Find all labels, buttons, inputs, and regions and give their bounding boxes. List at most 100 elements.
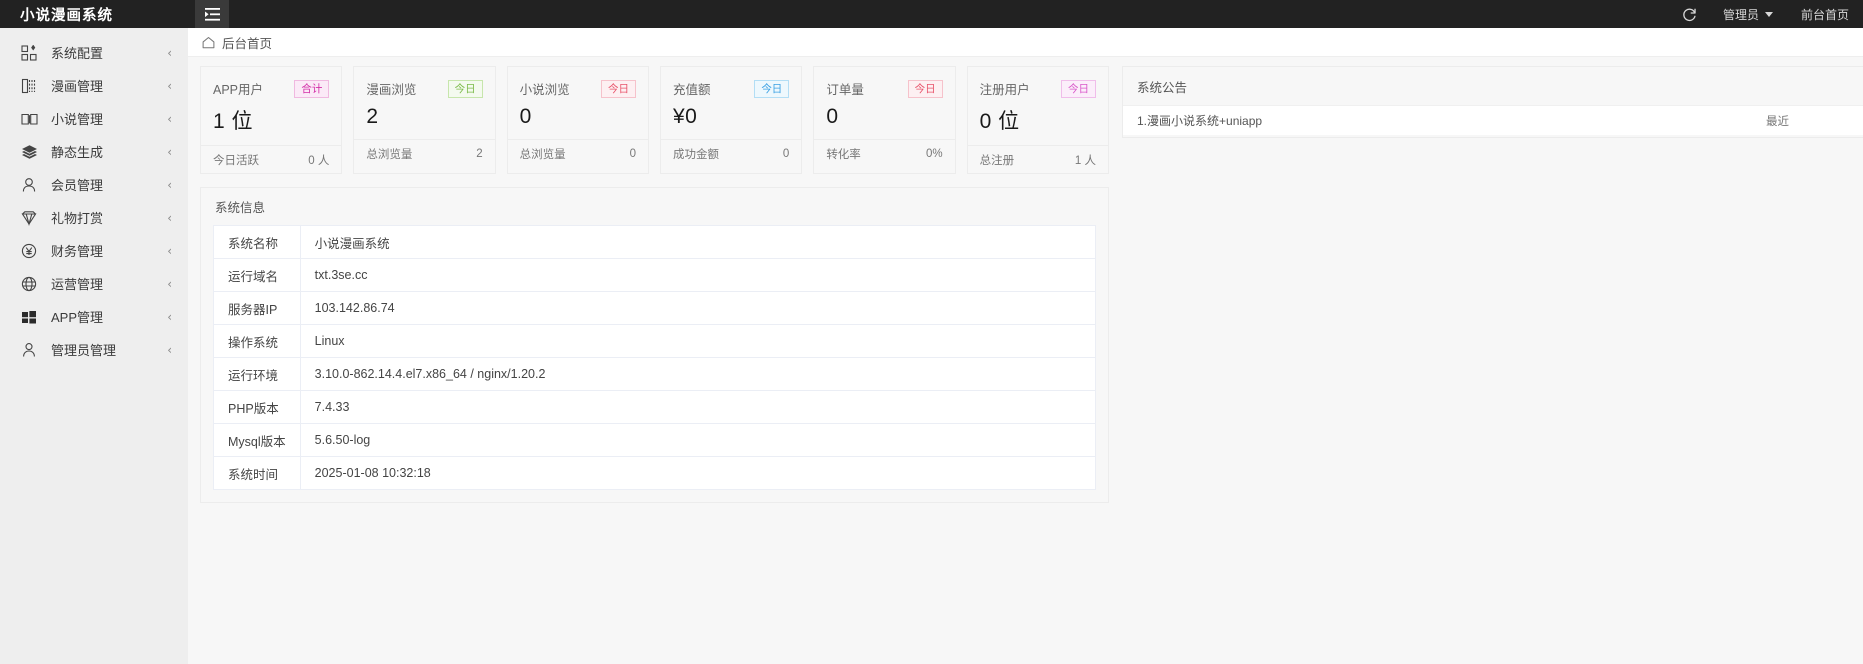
panel-title: 系统信息 [215, 201, 266, 215]
table-row: 运行域名 txt.3se.cc [213, 258, 1096, 292]
chevron-down-icon [1764, 11, 1773, 17]
card-value: ¥0 [672, 105, 698, 128]
sidebar-item-label: 漫画管理 [51, 79, 104, 94]
card-foot-label: 总浏览量 [519, 148, 566, 161]
breadcrumb: 后台首页 [188, 28, 1863, 57]
status-badge: 今日 [907, 79, 943, 98]
card-value: 0 [519, 105, 532, 128]
card-foot-value: 0 [629, 147, 636, 160]
sidebar-item-label: 小说管理 [51, 112, 104, 127]
row-value: txt.3se.cc [300, 258, 1096, 292]
row-value: 5.6.50-log [300, 423, 1096, 457]
table-row: 系统时间 2025-01-08 10:32:18 [213, 456, 1096, 490]
card-foot-value: 0% [926, 147, 943, 160]
dashboard-left-column: APP用户 合计 1 位 今日活跃 0 人 漫画浏览 今日 2 总浏览量 2 小… [188, 66, 1109, 664]
comic-book-icon [20, 77, 38, 95]
sidebar-nav: 系统配置 ‹ 漫画管理 ‹ 小说管理 ‹ 静态生成 ‹ 会员管理 ‹ 礼物打赏 … [0, 28, 188, 664]
status-badge: 合计 [294, 79, 330, 98]
chevron-left-icon: ‹ [167, 342, 172, 357]
sidebar-item-comic-manage[interactable]: 漫画管理 ‹ [0, 69, 188, 102]
breadcrumb-label: 后台首页 [222, 36, 273, 51]
status-badge: 今日 [1060, 79, 1096, 98]
sidebar-item-novel-manage[interactable]: 小说管理 ‹ [0, 102, 188, 135]
stat-card-comic-views[interactable]: 漫画浏览 今日 2 总浏览量 2 [353, 66, 496, 174]
top-header-bar: 小说漫画系统 管理员 前台首页 [0, 0, 1863, 28]
row-value: 2025-01-08 10:32:18 [314, 466, 431, 480]
table-row: 运行环境 3.10.0-862.14.4.el7.x86_64 / nginx/… [213, 357, 1096, 391]
card-foot-label: 转化率 [826, 148, 861, 161]
row-key: 系统时间 [213, 456, 301, 490]
sidebar-item-gift-reward[interactable]: 礼物打赏 ‹ [0, 201, 188, 234]
sidebar-item-app-manage[interactable]: APP管理 ‹ [0, 300, 188, 333]
table-row: 服务器IP 103.142.86.74 [213, 291, 1096, 325]
row-key: 系统名称 [213, 225, 301, 259]
stat-card-recharge-amount[interactable]: 充值额 今日 ¥0 成功金额 0 [659, 66, 803, 174]
chevron-left-icon: ‹ [167, 243, 172, 258]
system-info-panel: 系统信息 系统名称 小说漫画系统 运行域名 txt.3se.cc 服务器IP 1… [200, 187, 1109, 503]
card-foot-label: 总注册 [979, 154, 1015, 167]
sidebar-item-label: 静态生成 [51, 145, 104, 160]
chevron-left-icon: ‹ [167, 144, 172, 159]
sidebar-item-static-generate[interactable]: 静态生成 ‹ [0, 135, 188, 168]
chevron-left-icon: ‹ [167, 177, 172, 192]
chevron-left-icon: ‹ [167, 309, 172, 324]
diamond-icon [20, 209, 38, 227]
stat-card-novel-views[interactable]: 小说浏览 今日 0 总浏览量 0 [506, 66, 649, 174]
refresh-icon[interactable] [1670, 0, 1709, 28]
stat-card-registered-users[interactable]: 注册用户 今日 0 位 总注册 1 人 [966, 66, 1109, 174]
open-book-icon [20, 110, 38, 128]
chevron-left-icon: ‹ [167, 111, 172, 126]
menu-fold-icon[interactable] [195, 0, 229, 28]
sidebar-item-finance-manage[interactable]: 财务管理 ‹ [0, 234, 188, 267]
sidebar-item-label: 管理员管理 [51, 343, 117, 358]
layers-icon [20, 143, 38, 161]
chevron-left-icon: ‹ [167, 276, 172, 291]
stat-cards-row: APP用户 合计 1 位 今日活跃 0 人 漫画浏览 今日 2 总浏览量 2 小… [200, 66, 1109, 174]
announcement-time: 最近 [1766, 115, 1789, 128]
card-foot-value: 0 [782, 147, 790, 160]
sidebar-item-label: APP管理 [51, 310, 104, 325]
admin-user-menu[interactable]: 管理员 [1709, 0, 1787, 28]
row-key: Mysql版本 [213, 423, 301, 457]
table-row: PHP版本 7.4.33 [213, 390, 1096, 424]
stat-card-order-count[interactable]: 订单量 今日 0 转化率 0% [813, 66, 956, 174]
row-key: 操作系统 [213, 324, 301, 358]
card-value: 0 [826, 105, 839, 128]
card-title: APP用户 [213, 83, 264, 97]
card-value: 2 [366, 105, 379, 128]
sidebar-item-operation-manage[interactable]: 运营管理 ‹ [0, 267, 188, 300]
sidebar-item-system-config[interactable]: 系统配置 ‹ [0, 36, 188, 69]
stat-card-app-users[interactable]: APP用户 合计 1 位 今日活跃 0 人 [200, 66, 343, 174]
row-key: 运行域名 [213, 258, 301, 292]
sidebar-item-label: 礼物打赏 [51, 211, 104, 226]
row-value: 3.10.0-862.14.4.el7.x86_64 / nginx/1.20.… [300, 357, 1096, 391]
frontend-home-link[interactable]: 前台首页 [1787, 0, 1863, 28]
card-foot-label: 总浏览量 [366, 148, 413, 161]
chevron-left-icon: ‹ [167, 45, 172, 60]
header-actions: 管理员 前台首页 [1670, 0, 1863, 28]
row-value: Linux [300, 324, 1096, 358]
sidebar-item-member-manage[interactable]: 会员管理 ‹ [0, 168, 188, 201]
card-title: 小说浏览 [519, 83, 570, 97]
row-value: 小说漫画系统 [300, 225, 1096, 259]
panel-title: 系统公告 [1137, 80, 1188, 95]
admin-dashboard: 小说漫画系统 管理员 前台首页 系统配置 ‹ 漫画管理 ‹ 小说管理 ‹ 静态生… [0, 0, 1863, 664]
card-title: 注册用户 [979, 83, 1030, 97]
status-badge: 今日 [447, 79, 483, 98]
card-value: 1 位 [213, 110, 254, 133]
globe-icon [20, 275, 38, 293]
admin-user-label: 管理员 [1722, 7, 1759, 22]
card-foot-value: 1 人 [1074, 154, 1096, 167]
announcement-text: 1.漫画小说系统+uniapp [1137, 114, 1263, 128]
sidebar-item-admin-manage[interactable]: 管理员管理 ‹ [0, 333, 188, 366]
card-foot-value: 0 人 [308, 154, 330, 167]
windows-blocks-icon [20, 308, 38, 326]
main-content: 后台首页 APP用户 合计 1 位 今日活跃 0 人 漫画浏览 今日 2 总浏览… [188, 28, 1863, 664]
status-badge: 今日 [600, 79, 636, 98]
card-title: 漫画浏览 [366, 83, 417, 97]
sidebar-item-label: 会员管理 [51, 178, 104, 193]
row-key: 服务器IP [213, 291, 301, 325]
chevron-left-icon: ‹ [167, 210, 172, 225]
list-item[interactable]: 1.漫画小说系统+uniapp 最近 [1123, 105, 1863, 135]
card-title: 充值额 [672, 83, 711, 97]
